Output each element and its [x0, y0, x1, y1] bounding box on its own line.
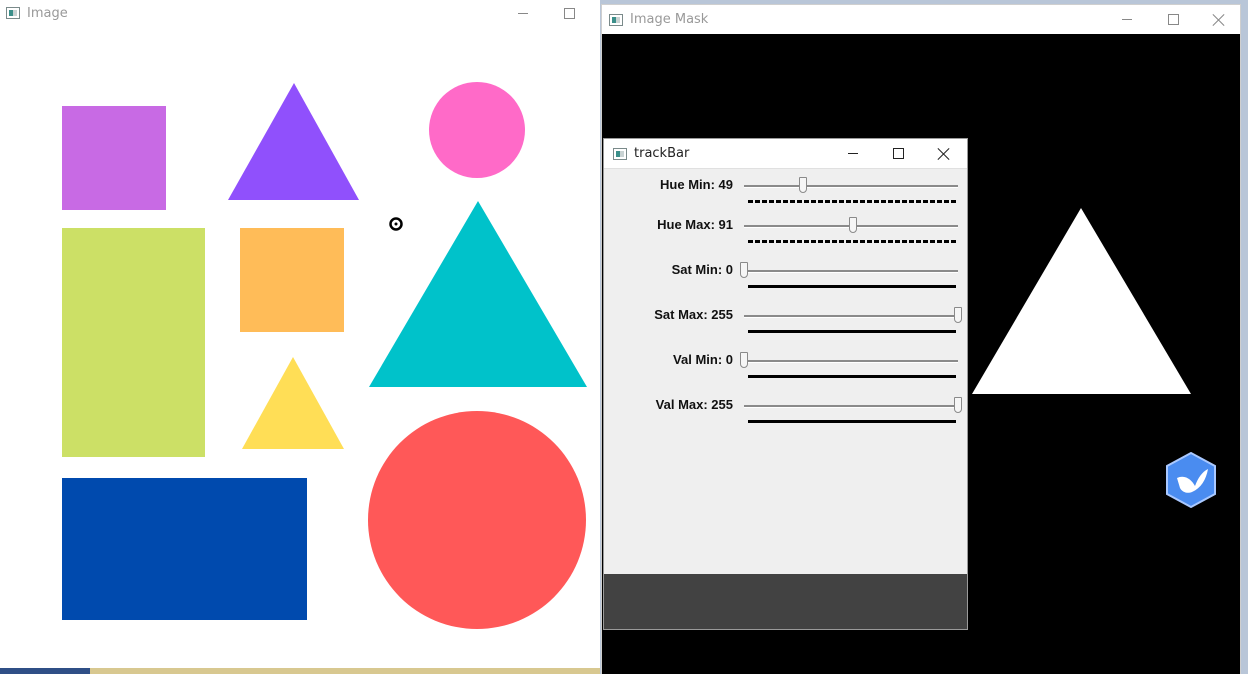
trackbar-underline: [748, 285, 956, 288]
blue-rectangle: [62, 478, 307, 620]
trackbar-track[interactable]: [740, 352, 958, 368]
trackbar-track[interactable]: [744, 307, 962, 323]
trackbar-track[interactable]: [740, 262, 958, 278]
trackbar-hue-max: Hue Max: 91: [604, 213, 966, 253]
mask-minimize-button[interactable]: [1104, 5, 1150, 34]
minimize-icon: [1122, 19, 1132, 20]
image-canvas[interactable]: [0, 26, 600, 666]
orange-square: [240, 228, 344, 332]
image-window: Image: [0, 0, 600, 668]
yellow-triangle: [242, 357, 344, 449]
image-maximize-button[interactable]: [546, 0, 592, 26]
close-icon: [1213, 14, 1225, 26]
lime-rectangle: [62, 228, 205, 457]
trackbar-underline: [748, 420, 956, 423]
image-window-titlebar[interactable]: Image: [0, 0, 600, 26]
minimize-icon: [848, 153, 858, 154]
trackbar-sat-min: Sat Min: 0: [604, 258, 966, 298]
image-minimize-button[interactable]: [500, 0, 546, 26]
trackbar-window-titlebar[interactable]: trackBar: [604, 139, 967, 169]
trackbar-track[interactable]: [744, 217, 958, 233]
trackbar-thumb[interactable]: [954, 307, 962, 323]
trackbar-thumb[interactable]: [740, 262, 748, 278]
image-window-title: Image: [27, 5, 68, 21]
cyan-triangle: [369, 201, 587, 387]
trackbar-maximize-button[interactable]: [875, 139, 921, 168]
maximize-icon: [563, 7, 575, 19]
purple-square: [62, 106, 166, 210]
trackbar-thumb[interactable]: [798, 177, 807, 193]
trackbar-track[interactable]: [744, 397, 962, 413]
trackbar-label: Hue Max: 91: [657, 217, 733, 232]
trackbar-label: Hue Min: 49: [660, 177, 733, 192]
opencv-window-icon: [6, 7, 20, 19]
trackbar-window: trackBar Hue Min: 49 Hue Max: 91 Sat Min…: [603, 138, 968, 630]
pink-circle: [429, 82, 525, 178]
trackbar-minimize-button[interactable]: [830, 139, 876, 168]
opencv-window-icon: [609, 13, 623, 26]
minimize-icon: [518, 12, 528, 14]
trackbar-underline: [748, 240, 956, 243]
trackbar-underline: [748, 200, 956, 203]
floating-app-badge-icon[interactable]: [1165, 452, 1217, 508]
mask-close-button[interactable]: [1196, 5, 1242, 34]
close-icon: [938, 148, 950, 160]
trackbar-val-min: Val Min: 0: [604, 348, 966, 388]
trackbar-label: Val Min: 0: [673, 352, 733, 367]
maximize-icon: [892, 148, 904, 159]
trackbar-footer: [604, 574, 967, 629]
mouse-cursor-icon: [389, 217, 403, 231]
taskbar-strip: [0, 668, 600, 674]
trackbar-hue-min: Hue Min: 49: [604, 173, 966, 213]
maximize-icon: [1167, 14, 1179, 25]
trackbar-close-button[interactable]: [921, 139, 967, 168]
trackbar-sat-max: Sat Max: 255: [604, 303, 966, 343]
trackbar-label: Sat Max: 255: [654, 307, 733, 322]
trackbar-underline: [748, 375, 956, 378]
trackbar-window-title: trackBar: [634, 146, 690, 161]
mask-window-title: Image Mask: [630, 12, 709, 27]
mask-maximize-button[interactable]: [1150, 5, 1196, 34]
opencv-window-icon: [613, 147, 627, 160]
red-circle: [368, 411, 586, 629]
trackbar-thumb[interactable]: [740, 352, 748, 368]
trackbar-label: Sat Min: 0: [671, 262, 733, 277]
trackbar-val-max: Val Max: 255: [604, 393, 966, 433]
violet-triangle: [228, 83, 359, 200]
mask-triangle: [972, 208, 1191, 394]
trackbar-track[interactable]: [744, 177, 958, 193]
trackbar-underline: [748, 330, 956, 333]
trackbar-thumb[interactable]: [848, 217, 857, 233]
trackbar-thumb[interactable]: [954, 397, 962, 413]
trackbar-label: Val Max: 255: [655, 397, 733, 412]
mask-window-titlebar[interactable]: Image Mask: [602, 5, 1240, 34]
